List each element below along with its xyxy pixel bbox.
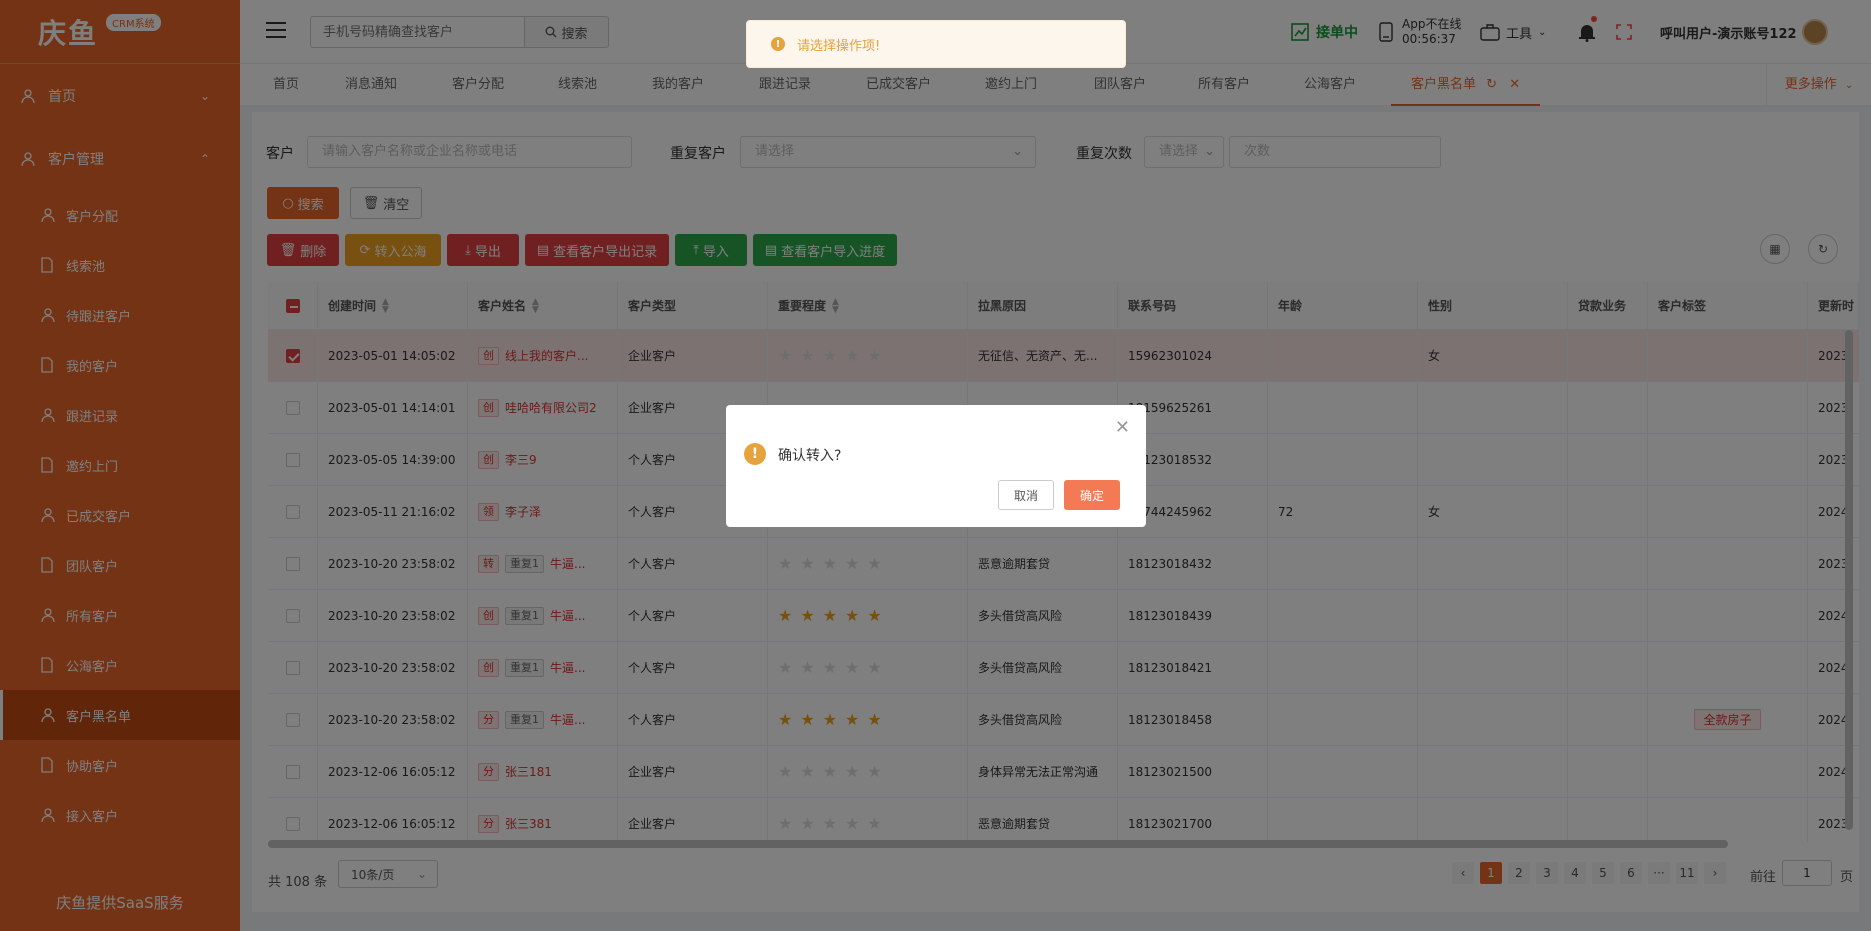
confirm-button[interactable]: 确定 (1064, 480, 1120, 510)
close-icon[interactable]: ✕ (1115, 417, 1130, 438)
toast-message: 请选择操作项! (797, 38, 881, 54)
cancel-button[interactable]: 取消 (998, 480, 1054, 510)
dialog-message: 确认转入? (778, 448, 842, 464)
warning-icon: ! (744, 443, 766, 465)
warning-toast: ! 请选择操作项! (746, 20, 1126, 68)
warning-icon: ! (771, 37, 785, 51)
confirm-dialog: ✕ ! 确认转入? 取消 确定 (726, 405, 1146, 527)
